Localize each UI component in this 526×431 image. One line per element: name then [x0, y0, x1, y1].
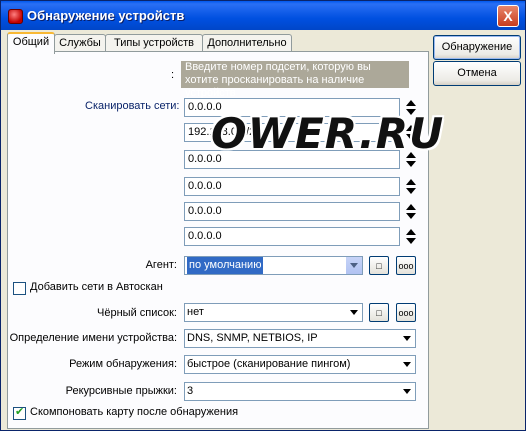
blacklist-browse-button[interactable]: ooo: [396, 303, 416, 322]
agent-label: Агент:: [145, 259, 177, 271]
blacklist-small-button[interactable]: □: [369, 303, 389, 322]
chevron-down-icon[interactable]: [399, 330, 415, 347]
tab-device-types[interactable]: Типы устройств: [105, 34, 203, 52]
watermark-logo: OWER.RU: [211, 109, 445, 158]
agent-browse-button[interactable]: ooo: [396, 256, 416, 275]
add-autoscan-label: Добавить сети в Автоскан: [30, 281, 163, 293]
discover-button[interactable]: Обнаружение: [433, 35, 521, 60]
window-title: Обнаружение устройств: [27, 8, 185, 23]
agent-small-button[interactable]: □: [369, 256, 389, 275]
blacklist-select[interactable]: нет: [184, 303, 363, 322]
network-field-5[interactable]: 0.0.0.0: [184, 202, 400, 221]
chevron-down-icon[interactable]: [399, 356, 415, 373]
chevron-down-icon[interactable]: [399, 383, 415, 400]
app-icon: [8, 9, 23, 24]
network-field-6[interactable]: 0.0.0.0: [184, 227, 400, 246]
recursive-hops-select[interactable]: 3: [184, 382, 416, 401]
device-name-label: Определение имени устройства:: [9, 332, 177, 344]
scan-networks-label: Сканировать сети:: [85, 100, 180, 112]
arrange-map-label: Скомпоновать карту после обнаружения: [30, 406, 239, 418]
chevron-down-icon[interactable]: [345, 257, 362, 274]
arrange-map-checkbox[interactable]: [13, 405, 26, 420]
add-autoscan-checkbox[interactable]: [13, 282, 26, 295]
tab-services[interactable]: Службы: [54, 34, 106, 52]
device-name-value: DNS, SNMP, NETBIOS, IP: [187, 332, 318, 344]
subnet-hint: Введите номер подсети, которую вы хотите…: [181, 61, 409, 99]
network-spinner-6[interactable]: [406, 227, 416, 246]
agent-select[interactable]: по умолчанию: [184, 256, 363, 275]
close-button[interactable]: X: [497, 5, 519, 27]
network-field-4[interactable]: 0.0.0.0: [184, 177, 400, 196]
device-name-select[interactable]: DNS, SNMP, NETBIOS, IP: [184, 329, 416, 348]
tab-advanced[interactable]: Дополнительно: [202, 34, 292, 52]
cancel-button[interactable]: Отмена: [433, 61, 521, 86]
titlebar: Обнаружение устройств X: [1, 1, 525, 30]
network-spinner-4[interactable]: [406, 177, 416, 196]
agent-value: по умолчанию: [187, 257, 264, 274]
blacklist-label: Чёрный список:: [97, 307, 177, 319]
discovery-mode-value: быстрое (сканирование пингом): [187, 358, 351, 370]
discovery-dialog: Обнаружение устройств X Общий Службы Тип…: [0, 0, 526, 431]
colon-label: :: [171, 69, 175, 81]
discovery-mode-select[interactable]: быстрое (сканирование пингом): [184, 355, 416, 374]
blacklist-value: нет: [187, 306, 204, 318]
tab-general[interactable]: Общий: [7, 32, 55, 54]
recursive-hops-value: 3: [187, 385, 194, 397]
network-spinner-5[interactable]: [406, 202, 416, 221]
discovery-mode-label: Режим обнаружения:: [69, 358, 177, 370]
chevron-down-icon[interactable]: [346, 304, 362, 321]
recursive-hops-label: Рекурсивные прыжки:: [65, 385, 177, 397]
